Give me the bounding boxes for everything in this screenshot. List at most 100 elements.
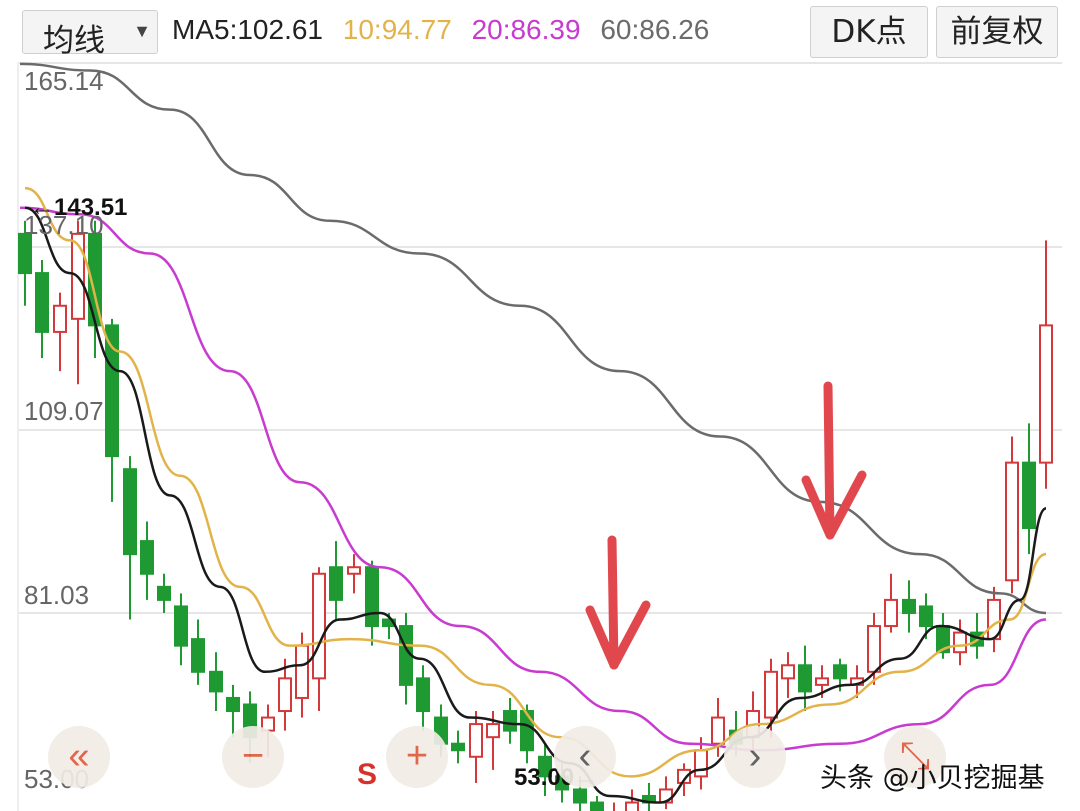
y-label-top: 165.14 [24,66,104,96]
candle-body [312,572,326,680]
candle [399,612,413,705]
ma20-line [19,206,1047,752]
candle [35,260,49,359]
candle-body [919,605,933,628]
prev-button[interactable]: ‹ [554,726,616,788]
candle-body [1039,324,1053,464]
ma10-line [24,186,1047,778]
candle-body [884,598,898,628]
candle-body [486,723,500,739]
candle [613,802,615,811]
dk-point-button[interactable]: DK点 [810,6,928,58]
candle-body [520,710,534,752]
ma10-value: 10:94.77 [342,14,452,45]
ma5-line [24,206,1047,804]
candle [157,573,171,613]
candle [123,456,137,620]
moving-average-lines [19,62,1047,804]
candle [53,292,67,372]
candle-body [295,644,309,699]
candle [659,776,673,810]
candle-body [329,566,343,601]
minus-icon: − [241,735,265,777]
candle [209,652,223,712]
candle-body [347,566,361,575]
candle [642,782,656,811]
rewind-button[interactable]: « [48,726,110,788]
candle-body [365,566,379,628]
candle-body [1022,461,1036,530]
candle [503,697,517,744]
y-label-4: 81.03 [24,580,90,610]
candle [884,573,898,633]
candle [1005,436,1019,594]
candle-body [416,677,430,713]
candle-body [53,304,67,333]
forward-adjust-button[interactable]: 前复权 [936,6,1058,58]
candle-body [278,677,292,713]
candle-body [590,801,604,811]
candle-body [35,272,49,333]
ma-values: MA5:102.61 10:94.77 20:86.39 60:86.26 [172,14,721,46]
candle [191,619,205,685]
candle-body [451,742,465,752]
ma-selector-label: 均线 [43,23,105,59]
y-label-3: 109.07 [24,396,104,426]
candle-body [815,677,829,686]
candle [347,554,361,594]
candle-body [953,631,967,654]
next-button[interactable]: › [724,726,786,788]
candle [590,796,604,811]
candle-body [123,468,137,556]
candle-body [209,670,223,693]
period-high-label: ←143.51 [30,194,128,221]
ma5-value: MA5:102.61 [172,14,323,45]
candle-body [469,723,483,758]
candle [365,560,379,646]
candle-body [625,801,639,811]
candle [1039,240,1053,489]
candle-body [140,540,154,575]
chevron-left-icon: ‹ [578,735,592,777]
candle [451,730,465,764]
candle-body [764,670,778,719]
toolbar: 均线 ▼ MA5:102.61 10:94.77 20:86.39 60:86.… [0,0,1080,66]
arrow-annotations [585,381,867,670]
candle [798,645,812,712]
candle-body [226,696,240,713]
watermark: 头条 @小贝挖掘基 [820,763,1045,794]
zoom-out-button[interactable]: − [222,726,284,788]
plus-icon: + [405,735,429,777]
candle [174,593,188,666]
candle [987,586,1001,653]
candle-body [191,638,205,673]
candle-body [503,710,517,732]
candle-body [833,664,847,680]
candle [1022,423,1036,555]
zoom-in-button[interactable]: + [386,726,448,788]
candle-body [711,716,725,745]
candle-body [157,585,171,601]
candle-body [174,605,188,647]
candle-body [781,664,795,680]
candle-body [105,324,119,458]
ma60-line [19,62,1047,615]
chevron-right-icon: › [748,735,762,777]
candle [953,619,967,666]
ma20-value: 20:86.39 [471,14,581,45]
ma60-value: 60:86.26 [600,14,710,45]
s-signal-mark: S [357,758,378,791]
candle-body [694,749,708,778]
double-left-icon: « [68,735,90,777]
candle-body [798,664,812,693]
candle [781,652,795,698]
candle [312,567,326,712]
candle [469,711,483,783]
candle [416,665,430,731]
ma-selector[interactable]: 均线 ▼ [22,10,158,59]
candle [140,521,154,600]
kline-chart[interactable] [0,62,1080,811]
down-arrow-annotation [585,535,651,670]
chevron-down-icon: ▼ [133,21,151,41]
candle [329,541,343,620]
